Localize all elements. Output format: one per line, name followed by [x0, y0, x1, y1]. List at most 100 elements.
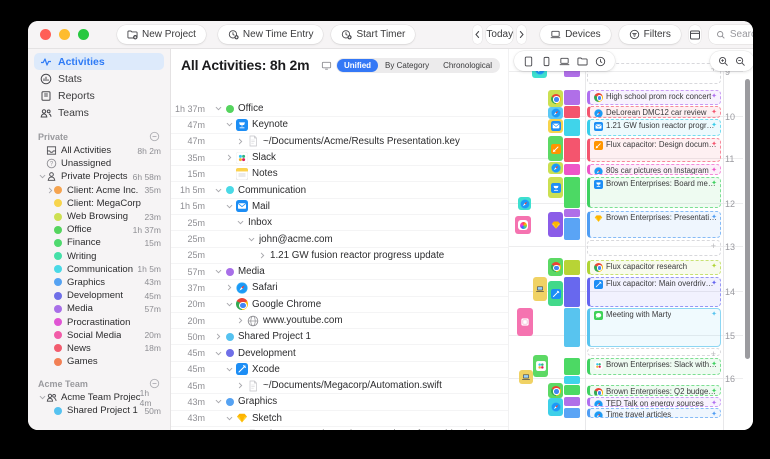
activity-row[interactable]: 45m~/Documents/Megacorp/Automation.swift: [171, 378, 508, 394]
close-button[interactable]: [40, 29, 51, 40]
activity-row[interactable]: 25m1.21 GW fusion reactor progress updat…: [171, 248, 508, 264]
chevron-down-icon[interactable]: [214, 350, 222, 357]
category-bar-segment[interactable]: [564, 209, 580, 217]
search-field[interactable]: [709, 25, 753, 44]
sidebar-nav-teams[interactable]: Teams: [34, 104, 164, 121]
empty-suggestion-slot[interactable]: +: [587, 240, 721, 256]
chevron-down-icon[interactable]: [38, 173, 46, 180]
sidebar-nav-activities[interactable]: Activities: [34, 53, 164, 70]
app-usage-block[interactable]: [533, 277, 547, 301]
timeline-entry[interactable]: Flux capacitor: Main overdrive controlle…: [587, 277, 721, 307]
chevron-down-icon[interactable]: [247, 236, 255, 243]
timeline-entry[interactable]: Brown Enterprises: Q2 budget planning✦: [587, 385, 721, 396]
sidebar-item-client-megacorp[interactable]: Client: MegaCorp: [28, 197, 170, 210]
activity-row[interactable]: 47m~/Documents/Acme/Results Presentation…: [171, 134, 508, 150]
sidebar-item-finance[interactable]: Finance15m: [28, 236, 170, 249]
collapse-section-icon[interactable]: [149, 131, 160, 142]
sidebar-item-communication[interactable]: Communication1h 5m: [28, 263, 170, 276]
activity-row[interactable]: 35mSlack: [171, 150, 508, 166]
app-usage-block[interactable]: [548, 177, 563, 198]
timeline-entry[interactable]: Meeting with Marty✦: [587, 308, 721, 347]
panel-toggle-button[interactable]: [689, 25, 701, 44]
category-bar-segment[interactable]: [564, 90, 580, 105]
chevron-down-icon[interactable]: [214, 398, 222, 405]
activity-row[interactable]: 1h 5mCommunication: [171, 182, 508, 198]
sidebar-item-procrastination[interactable]: Procrastination: [28, 315, 170, 328]
activity-row[interactable]: 43m~/Documents/Acme/Presentation Infogra…: [171, 427, 508, 430]
app-usage-block[interactable]: [533, 355, 548, 377]
next-day-button[interactable]: [517, 25, 526, 44]
category-bar-segment[interactable]: [564, 397, 580, 406]
sidebar-item-media[interactable]: Media57m: [28, 302, 170, 315]
timeline-entry[interactable]: Flux capacitor research✦: [587, 260, 721, 275]
folder-icon[interactable]: [577, 56, 588, 67]
sidebar-item-private-projects[interactable]: Private Projects6h 58m: [28, 170, 170, 183]
app-usage-block[interactable]: [518, 197, 531, 210]
chevron-down-icon[interactable]: [225, 121, 233, 128]
sidebar-item-office[interactable]: Office1h 37m: [28, 223, 170, 236]
chevron-down-icon[interactable]: [38, 394, 46, 401]
timeline-scrollbar[interactable]: [745, 79, 750, 359]
activity-row[interactable]: 45mXcode: [171, 362, 508, 378]
sidebar-item-games[interactable]: Games: [28, 355, 170, 368]
zoom-button[interactable]: [78, 29, 89, 40]
category-bar-segment[interactable]: [564, 385, 580, 395]
sidebar-item-news[interactable]: News18m: [28, 342, 170, 355]
category-bar-segment[interactable]: [564, 138, 580, 162]
filters-button[interactable]: Filters: [619, 25, 681, 44]
new-project-button[interactable]: New Project: [117, 25, 206, 44]
chevron-down-icon[interactable]: [214, 268, 222, 275]
date-picker[interactable]: Today: [486, 25, 513, 44]
sidebar-item-graphics[interactable]: Graphics43m: [28, 276, 170, 289]
chevron-down-icon[interactable]: [225, 366, 233, 373]
sidebar-item-client-acme-inc-[interactable]: Client: Acme Inc.35m: [28, 184, 170, 197]
chevron-down-icon[interactable]: [214, 187, 222, 194]
app-usage-block[interactable]: [548, 398, 563, 416]
category-bar-segment[interactable]: [564, 308, 580, 347]
activity-row[interactable]: 43mSketch: [171, 411, 508, 427]
view-tab-by-category[interactable]: By Category: [378, 59, 436, 72]
search-input[interactable]: [730, 29, 753, 40]
phone-icon[interactable]: [541, 56, 552, 67]
activity-row[interactable]: 45mDevelopment: [171, 345, 508, 361]
app-usage-block[interactable]: [548, 136, 563, 161]
sidebar-item-acme-team-projects[interactable]: Acme Team Projects1h 4m: [28, 391, 170, 404]
activity-row[interactable]: 25mjohn@acme.com: [171, 231, 508, 247]
sidebar-item-social-media[interactable]: Social Media20m: [28, 329, 170, 342]
sidebar-item-unassigned[interactable]: ?Unassigned: [28, 157, 170, 170]
timeline-entry[interactable]: Brown Enterprises: Presentation infograp…: [587, 211, 721, 238]
category-bar-segment[interactable]: [564, 376, 580, 384]
category-bar-segment[interactable]: [564, 277, 580, 307]
activity-row[interactable]: 57mMedia: [171, 264, 508, 280]
timeline-entry[interactable]: DeLorean DMC12 car review✦: [587, 106, 721, 118]
clock-icon[interactable]: [595, 56, 606, 67]
previous-day-button[interactable]: [473, 25, 482, 44]
activity-row[interactable]: 20mGoogle Chrome: [171, 297, 508, 313]
category-bar-segment[interactable]: [564, 119, 580, 136]
chevron-right-icon[interactable]: [236, 138, 244, 145]
timeline-entry[interactable]: High school prom rock concert✦: [587, 90, 721, 105]
minimize-button[interactable]: [59, 29, 70, 40]
add-entry-icon[interactable]: +: [711, 242, 716, 251]
chevron-right-icon[interactable]: [225, 284, 233, 291]
start-timer-button[interactable]: Start Timer: [331, 25, 415, 44]
zoom-in-icon[interactable]: [718, 56, 729, 67]
chevron-right-icon[interactable]: [258, 252, 266, 259]
tablet-icon[interactable]: [523, 56, 534, 67]
app-usage-block[interactable]: [519, 370, 533, 384]
chevron-right-icon[interactable]: [236, 317, 244, 324]
view-tab-unified[interactable]: Unified: [337, 59, 378, 72]
chevron-down-icon[interactable]: [225, 203, 233, 210]
category-bar-segment[interactable]: [564, 260, 580, 275]
sidebar-nav-stats[interactable]: Stats: [34, 70, 164, 87]
laptop-icon[interactable]: [559, 56, 570, 67]
timeline-entry[interactable]: Brown Enterprises: Slack with Emmet✦: [587, 358, 721, 375]
sidebar-nav-reports[interactable]: Reports: [34, 87, 164, 104]
chevron-down-icon[interactable]: [214, 105, 222, 112]
timeline-entry[interactable]: TED Talk on energy sources✦: [587, 397, 721, 407]
activity-row[interactable]: 47mKeynote: [171, 117, 508, 133]
app-usage-block[interactable]: [515, 216, 531, 234]
empty-suggestion-slot[interactable]: +: [587, 348, 721, 356]
app-usage-block[interactable]: [548, 258, 563, 276]
activity-row[interactable]: 25mInbox: [171, 215, 508, 231]
